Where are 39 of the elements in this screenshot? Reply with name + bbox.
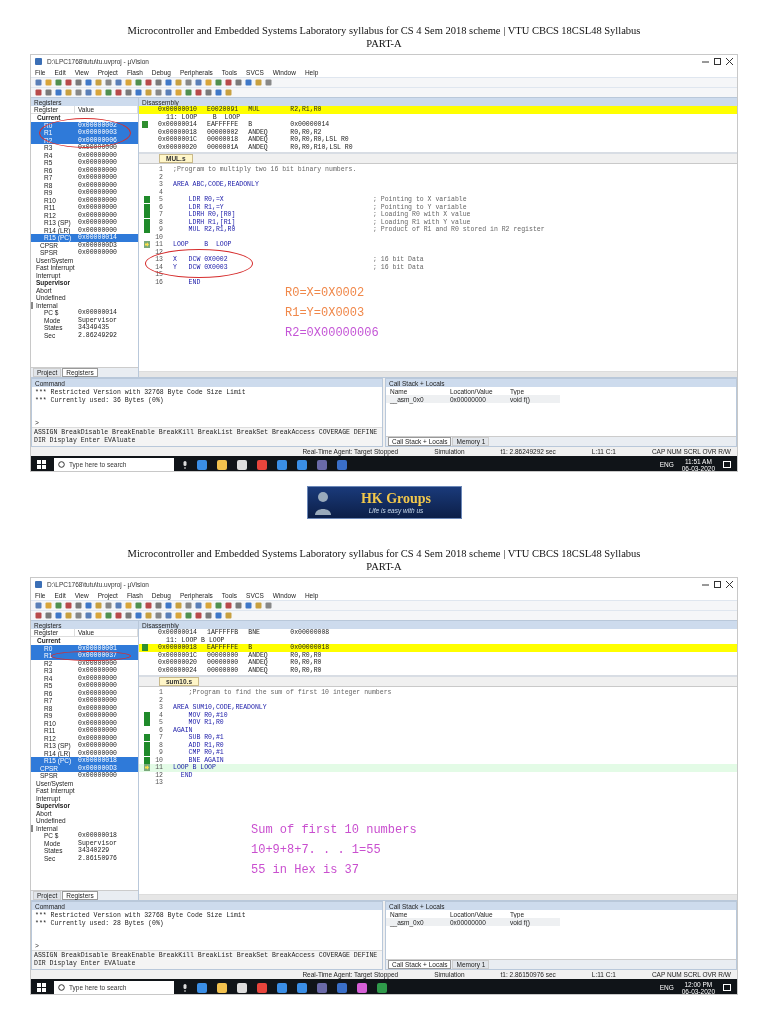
- annotation-text: 10+9+8+7. . . 1=55: [251, 842, 382, 857]
- maximize-icon[interactable]: [714, 57, 721, 65]
- notification-icon[interactable]: [723, 983, 731, 992]
- annotation-text: 55 in Hex is 37: [251, 862, 361, 877]
- taskbar-app-icon[interactable]: [216, 458, 228, 471]
- page-heading: Microcontroller and Embedded Systems Laboratory syllabus for CS 4 Sem 2018 scheme | VTU CBCS 18CSL48 Syllabus: [127, 24, 641, 37]
- taskbar-app-icon[interactable]: [236, 458, 248, 471]
- page-heading: PART-A: [366, 37, 402, 50]
- page-heading: PART-A: [366, 560, 402, 573]
- windows-start-icon[interactable]: [37, 983, 46, 992]
- horizontal-scrollbar[interactable]: [139, 371, 737, 377]
- taskbar-app-icon[interactable]: [296, 981, 308, 994]
- maximize-icon[interactable]: [714, 580, 721, 588]
- close-icon[interactable]: [726, 580, 733, 588]
- taskbar-app-icon[interactable]: [356, 981, 368, 994]
- taskbar-app-icon[interactable]: [276, 458, 288, 471]
- taskbar-app-icon[interactable]: [196, 458, 208, 471]
- taskbar-app-icon[interactable]: [196, 981, 208, 994]
- search-icon: [58, 984, 65, 991]
- annotation-text: R0=X=0X0002: [285, 286, 366, 300]
- person-silhouette-icon: [313, 490, 332, 515]
- taskbar-app-icon[interactable]: [296, 458, 308, 471]
- taskbar-app-icon[interactable]: [236, 981, 248, 994]
- windows-start-icon[interactable]: [37, 460, 46, 469]
- microphone-icon[interactable]: [182, 460, 188, 469]
- annotation-text: R1=Y=0X0003: [285, 306, 366, 320]
- search-icon: [58, 461, 65, 468]
- app-icon: [35, 57, 42, 65]
- logo-name: HK Groups: [360, 491, 432, 507]
- annotation-text: R2=0X00000006: [285, 326, 380, 340]
- taskbar-app-icon[interactable]: [276, 981, 288, 994]
- close-icon[interactable]: [726, 57, 733, 65]
- page-heading: Microcontroller and Embedded Systems Laboratory syllabus for CS 4 Sem 2018 scheme | VTU CBCS 18CSL48 Syllabus: [127, 547, 641, 560]
- app-icon: [35, 580, 42, 588]
- annotation-text: Sum of first 10 numbers: [251, 822, 418, 837]
- taskbar-app-icon[interactable]: [216, 981, 228, 994]
- microphone-icon[interactable]: [182, 983, 188, 992]
- horizontal-scrollbar[interactable]: [139, 894, 737, 900]
- notification-icon[interactable]: [723, 460, 731, 469]
